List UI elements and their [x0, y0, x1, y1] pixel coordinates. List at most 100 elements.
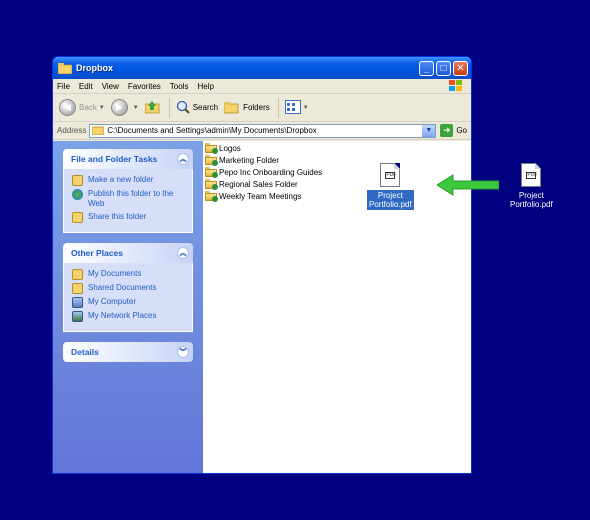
address-bar: Address C:\Documents and Settings\admin\… [53, 122, 471, 140]
task-publish-web[interactable]: Publish this folder to the Web [72, 189, 186, 209]
place-my-documents[interactable]: My Documents [72, 269, 186, 280]
desktop-file-label: Project Portfolio.pdf [508, 190, 555, 210]
up-folder-button[interactable] [144, 100, 161, 116]
pdf-file-icon: PDF [380, 163, 401, 187]
panel-header[interactable]: Other Places ︽ [63, 243, 193, 263]
go-button[interactable]: ➜ Go [440, 124, 467, 137]
task-label: Publish this folder to the Web [88, 189, 174, 208]
panel-header[interactable]: Details ︾ [63, 342, 193, 362]
place-my-network[interactable]: My Network Places [72, 311, 186, 322]
shared-folder-icon [205, 167, 218, 178]
toolbar-divider [168, 97, 170, 118]
folder-item-onboarding[interactable]: Pepo Inc Onboarding Guides [205, 167, 323, 178]
shared-folder-icon [205, 155, 218, 166]
file-label-selected: Project Portfolio.pdf [367, 190, 414, 210]
folder-label: Pepo Inc Onboarding Guides [219, 167, 323, 177]
forward-button[interactable]: ▶ ▼ [110, 99, 139, 116]
place-label: My Documents [88, 269, 142, 278]
place-label: My Computer [88, 297, 137, 306]
menu-bar: File Edit View Favorites Tools Help [53, 79, 471, 94]
task-make-new-folder[interactable]: Make a new folder [72, 175, 186, 186]
close-button[interactable]: ✕ [453, 60, 468, 76]
panel-title: Details [71, 347, 99, 357]
folder-item-regional-sales[interactable]: Regional Sales Folder [205, 179, 298, 190]
drag-arrow-icon [437, 174, 499, 196]
shared-folder-icon [205, 191, 218, 202]
go-arrow-icon: ➜ [440, 124, 454, 137]
folders-button[interactable]: Folders [223, 100, 270, 116]
menu-help[interactable]: Help [197, 82, 213, 91]
pdf-file-on-desktop[interactable]: PDF Project Portfolio.pdf [508, 163, 555, 210]
forward-arrow-icon: ▶ [110, 99, 128, 116]
panel-header[interactable]: File and Folder Tasks ︽ [63, 149, 193, 169]
search-button[interactable]: Search [176, 100, 218, 116]
file-list: Logos Marketing Folder Pepo Inc Onboardi… [203, 141, 471, 473]
details-panel: Details ︾ [63, 342, 193, 362]
task-share-folder[interactable]: Share this folder [72, 212, 186, 223]
task-label: Share this folder [88, 212, 147, 221]
back-label: Back [79, 103, 97, 112]
panel-body: My Documents Shared Documents My Compute… [63, 263, 193, 332]
expand-icon[interactable]: ︾ [177, 346, 189, 358]
views-icon [284, 99, 301, 116]
back-button[interactable]: ◀ Back ▼ [59, 99, 105, 116]
share-folder-icon [72, 212, 83, 223]
folder-item-marketing[interactable]: Marketing Folder [205, 155, 280, 166]
folder-item-logos[interactable]: Logos [205, 143, 241, 154]
search-label: Search [192, 103, 219, 112]
pdf-file-in-folder[interactable]: PDF Project Portfolio.pdf [367, 163, 414, 210]
menu-view[interactable]: View [102, 82, 119, 91]
chevron-down-icon: ▼ [98, 104, 105, 111]
explorer-window: Dropbox _ □ ✕ File Edit View Favorites T… [52, 56, 472, 474]
menu-tools[interactable]: Tools [170, 82, 189, 91]
task-label: Make a new folder [88, 175, 154, 184]
folder-label: Marketing Folder [219, 155, 280, 165]
shared-documents-icon [72, 283, 83, 294]
panel-title: Other Places [71, 248, 123, 258]
up-folder-icon [144, 100, 161, 116]
back-arrow-icon: ◀ [59, 99, 76, 116]
file-label-line2: Portfolio.pdf [510, 200, 553, 209]
place-label: Shared Documents [88, 283, 157, 292]
folders-label: Folders [243, 103, 270, 112]
file-label-line1: Project [518, 191, 544, 200]
window-title: Dropbox [76, 63, 113, 73]
place-my-computer[interactable]: My Computer [72, 297, 186, 308]
chevron-down-icon: ▼ [302, 104, 309, 111]
new-folder-icon [72, 175, 83, 186]
globe-icon [72, 189, 83, 200]
folder-icon [57, 62, 73, 74]
task-pane: File and Folder Tasks ︽ Make a new folde… [53, 141, 203, 473]
address-dropdown-button[interactable]: ▼ [422, 124, 436, 137]
collapse-icon[interactable]: ︽ [177, 247, 189, 259]
views-button[interactable]: ▼ [284, 99, 309, 116]
maximize-button[interactable]: □ [436, 60, 451, 76]
address-path: C:\Documents and Settings\admin\My Docum… [107, 126, 317, 135]
folder-label: Regional Sales Folder [219, 179, 298, 189]
folders-icon [223, 100, 240, 116]
minimize-button[interactable]: _ [419, 60, 434, 76]
other-places-panel: Other Places ︽ My Documents Shared Docum… [63, 243, 193, 332]
collapse-icon[interactable]: ︽ [177, 153, 189, 165]
computer-icon [72, 297, 83, 308]
folder-item-weekly-meetings[interactable]: Weekly Team Meetings [205, 191, 301, 202]
title-bar[interactable]: Dropbox _ □ ✕ [53, 57, 471, 79]
address-label: Address [57, 126, 87, 135]
go-label: Go [456, 126, 467, 135]
toolbar-divider [277, 97, 279, 118]
network-icon [72, 311, 83, 322]
search-icon [176, 100, 190, 116]
toolbar: ◀ Back ▼ ▶ ▼ Search Folders ▼ [53, 94, 471, 122]
place-shared-documents[interactable]: Shared Documents [72, 283, 186, 294]
panel-body: Make a new folder Publish this folder to… [63, 169, 193, 233]
address-input[interactable]: C:\Documents and Settings\admin\My Docum… [89, 123, 437, 138]
chevron-down-icon: ▼ [132, 104, 139, 111]
menu-file[interactable]: File [57, 82, 70, 91]
menu-favorites[interactable]: Favorites [128, 82, 161, 91]
windows-logo-icon [449, 80, 463, 92]
shared-folder-icon [205, 143, 218, 154]
file-label-line1: Project [377, 191, 403, 200]
menu-edit[interactable]: Edit [79, 82, 93, 91]
folder-icon [91, 125, 105, 137]
my-documents-icon [72, 269, 83, 280]
